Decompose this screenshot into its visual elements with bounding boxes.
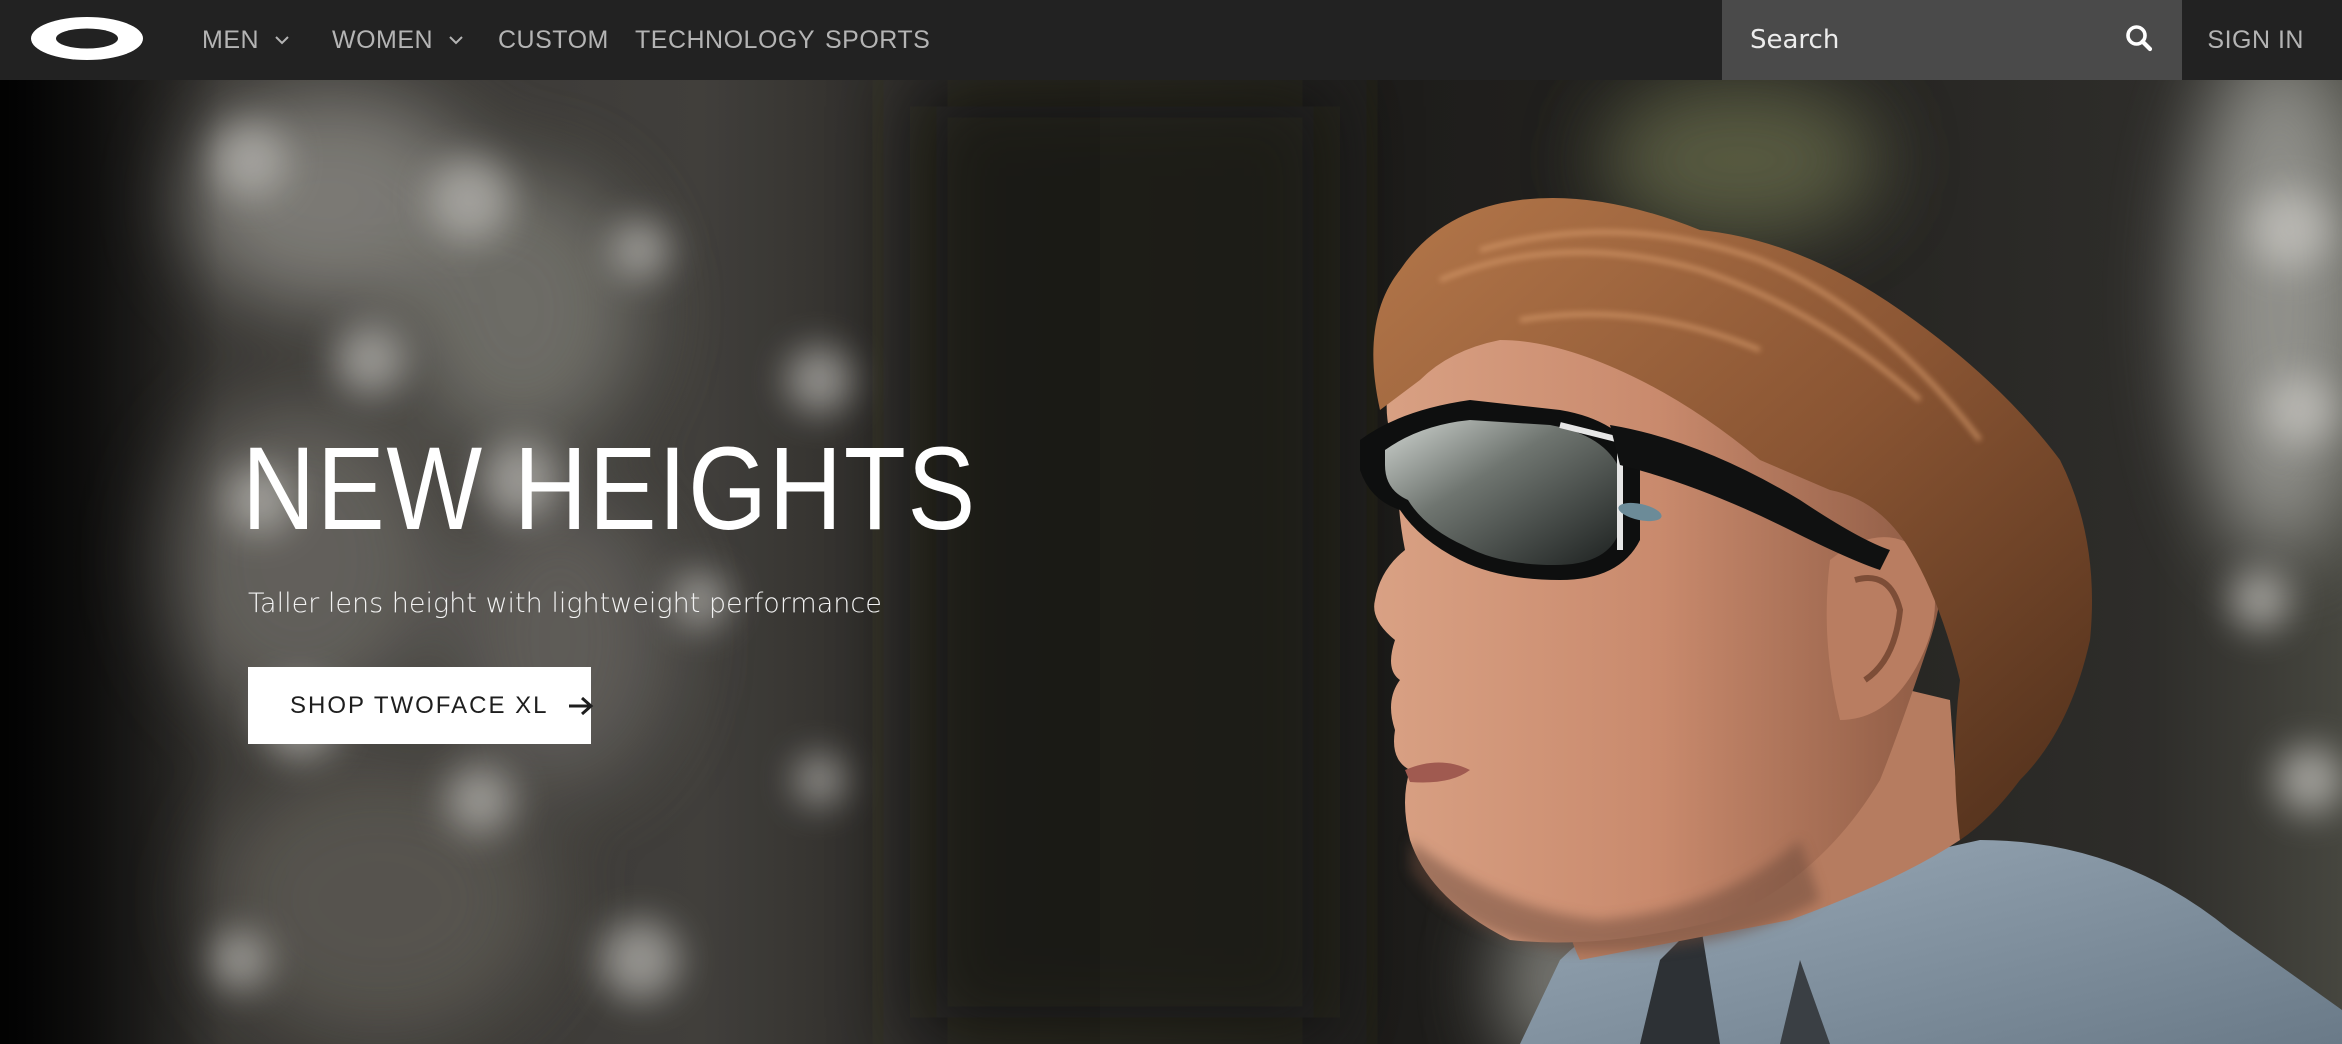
- nav-item-women[interactable]: WOMEN: [332, 0, 465, 80]
- nav-item-technology-label: TECHNOLOGY: [635, 25, 816, 54]
- nav-item-men[interactable]: MEN: [202, 0, 291, 80]
- chevron-down-icon: [273, 31, 291, 49]
- hero-subtitle: Taller lens height with lightweight perf…: [248, 588, 882, 619]
- hero-cta-label: SHOP TWOFACE XL: [290, 691, 549, 719]
- top-nav-bar: MEN WOMEN CUSTOM TECHNOLOGY SPORTS SIGN …: [0, 0, 2342, 80]
- search-icon[interactable]: [2124, 23, 2154, 53]
- shop-twoface-xl-button[interactable]: SHOP TWOFACE XL: [248, 667, 593, 744]
- search-input[interactable]: [1722, 0, 2122, 80]
- nav-item-custom-label: CUSTOM: [498, 25, 609, 54]
- nav-item-men-label: MEN: [202, 25, 260, 54]
- arrow-right-icon: [567, 695, 595, 717]
- chevron-down-icon: [447, 31, 465, 49]
- nav-item-women-label: WOMEN: [332, 25, 434, 54]
- oakley-logo-icon[interactable]: [30, 16, 144, 61]
- hero-title: NEW HEIGHTS: [242, 423, 977, 555]
- nav-item-custom[interactable]: CUSTOM: [498, 0, 609, 80]
- nav-item-sports[interactable]: SPORTS: [825, 0, 930, 80]
- nav-item-sports-label: SPORTS: [825, 25, 931, 54]
- hero-copy: NEW HEIGHTS Taller lens height with ligh…: [242, 430, 1097, 619]
- nav-item-technology[interactable]: TECHNOLOGY: [635, 0, 815, 80]
- search-box: [1722, 0, 2182, 80]
- sign-in-link[interactable]: SIGN IN: [2207, 0, 2304, 80]
- hero-banner: NEW HEIGHTS Taller lens height with ligh…: [0, 80, 2342, 1044]
